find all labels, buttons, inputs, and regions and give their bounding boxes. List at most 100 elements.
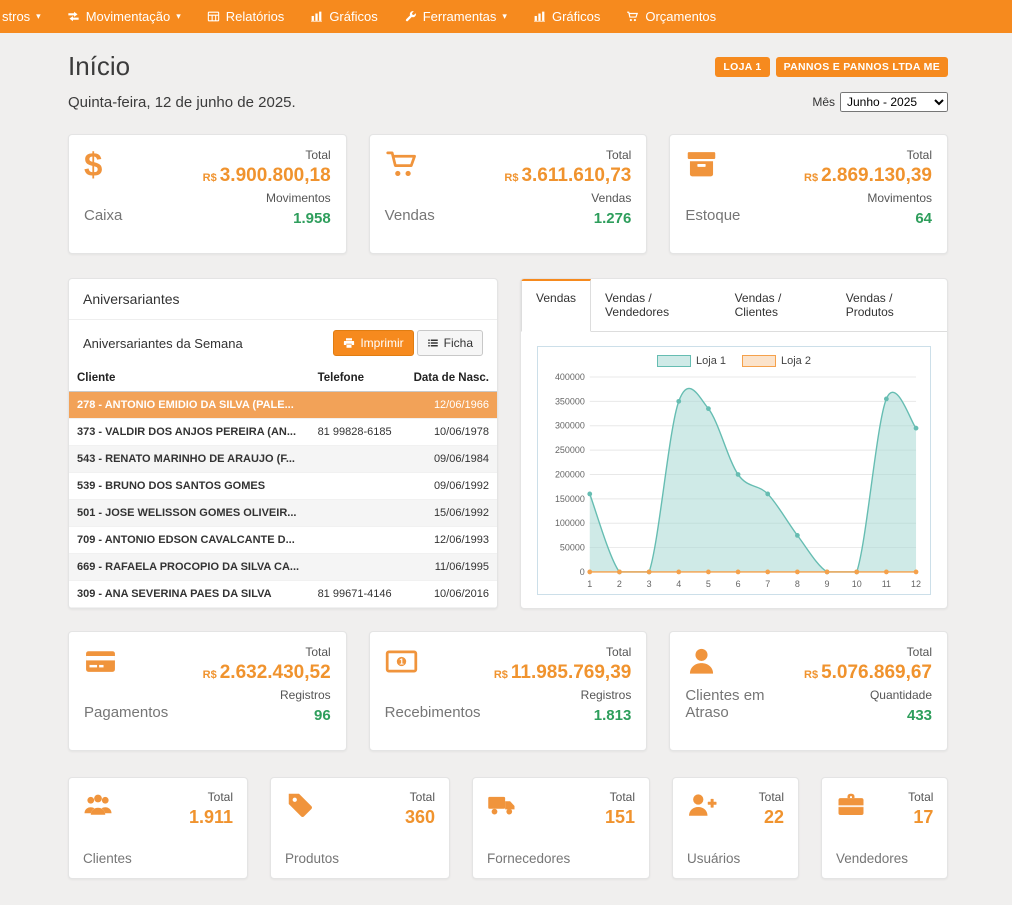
table-icon xyxy=(207,10,220,23)
header-row: Início LOJA 1 PANNOS E PANNOS LTDA ME xyxy=(68,51,948,82)
svg-text:250000: 250000 xyxy=(555,445,585,455)
clientes-name: Clientes xyxy=(83,851,132,866)
recebimentos-name: Recebimentos xyxy=(385,704,481,721)
pagamentos-count-value: 96 xyxy=(203,707,331,724)
nav-item-graficos-1[interactable]: Gráficos xyxy=(297,0,390,33)
legend-loja1: Loja 1 xyxy=(657,355,726,367)
tab-vendas[interactable]: Vendas xyxy=(521,279,591,332)
estoque-total: R$2.869.130,39 xyxy=(804,165,932,188)
svg-text:1: 1 xyxy=(587,579,592,589)
cart-icon xyxy=(626,10,639,23)
top-stats-row: $ Caixa Total R$3.900.800,18 Movimentos … xyxy=(68,134,948,254)
telefone-cell: 81 99828-6185 xyxy=(310,419,406,446)
usuarios-name: Usuários xyxy=(687,851,740,866)
birthday-row[interactable]: 709 - ANTONIO EDSON CAVALCANTE D...12/06… xyxy=(69,527,497,554)
clientes-atraso-total-value: 5.076.869,67 xyxy=(821,662,932,683)
chart-legend: Loja 1 Loja 2 xyxy=(544,355,924,367)
currency-label: R$ xyxy=(203,669,217,681)
page-title: Início xyxy=(68,51,130,82)
caixa-total-value: 3.900.800,18 xyxy=(220,165,331,186)
total-label: Total xyxy=(494,645,632,659)
nav-item-movimentacao[interactable]: Movimentação ▾ xyxy=(54,0,194,33)
recebimentos-total-value: 11.985.769,39 xyxy=(511,662,631,683)
pagamentos-total-value: 2.632.430,52 xyxy=(220,662,331,683)
total-label: Total xyxy=(804,148,932,162)
loja2-swatch-icon xyxy=(742,355,776,367)
pagamentos-total: R$2.632.430,52 xyxy=(203,662,331,685)
nav-item-cadastros[interactable]: stros ▾ xyxy=(0,0,54,33)
telefone-cell xyxy=(310,500,406,527)
birthday-row[interactable]: 373 - VALDIR DOS ANJOS PEREIRA (AN...81 … xyxy=(69,419,497,446)
total-label: Total xyxy=(605,790,635,804)
recebimentos-card: 1 Recebimentos Total R$11.985.769,39 Reg… xyxy=(369,631,648,751)
tab-vendas-produtos[interactable]: Vendas / Produtos xyxy=(832,279,947,331)
recebimentos-values: Total R$11.985.769,39 Registros 1.813 xyxy=(494,645,632,737)
pagamentos-left: Pagamentos xyxy=(84,645,168,737)
birthday-row-selected[interactable]: 278 - ANTONIO EMIDIO DA SILVA (PALE...12… xyxy=(69,392,497,419)
birthdays-table: Cliente Telefone Data de Nasc. 278 - ANT… xyxy=(69,365,497,608)
clientes-left: Clientes xyxy=(83,790,132,866)
vendedores-card: Vendedores Total 17 xyxy=(821,777,948,879)
svg-text:2: 2 xyxy=(617,579,622,589)
vendedores-total-value: 17 xyxy=(908,807,933,828)
chart-wrap: Loja 1 Loja 2 05000010000015000020000025… xyxy=(521,332,947,605)
nav-item-relatorios[interactable]: Relatórios xyxy=(194,0,298,33)
tab-vendas-vendedores[interactable]: Vendas / Vendedores xyxy=(591,279,721,331)
caixa-name: Caixa xyxy=(84,207,122,224)
loja1-label: Loja 1 xyxy=(696,355,726,367)
briefcase-icon xyxy=(836,790,866,820)
currency-label: R$ xyxy=(494,669,508,681)
birthday-row[interactable]: 669 - RAFAELA PROCOPIO DA SILVA CA...11/… xyxy=(69,554,497,581)
svg-text:12: 12 xyxy=(911,579,921,589)
nav-item-ferramentas[interactable]: Ferramentas ▾ xyxy=(391,0,520,33)
list-icon xyxy=(427,337,439,349)
clientes-atraso-card: Clientes em Atraso Total R$5.076.869,67 … xyxy=(669,631,948,751)
bottom-stats-row: Pagamentos Total R$2.632.430,52 Registro… xyxy=(68,631,948,751)
users-icon xyxy=(83,790,113,820)
header-badges: LOJA 1 PANNOS E PANNOS LTDA ME xyxy=(715,57,948,77)
col-telefone: Telefone xyxy=(310,365,406,392)
vendas-card: Vendas Total R$3.611.610,73 Vendas 1.276 xyxy=(369,134,648,254)
printer-icon xyxy=(343,337,355,349)
month-select[interactable]: Junho - 2025 xyxy=(840,92,948,112)
user-plus-icon xyxy=(687,790,717,820)
clientes-atraso-count-label: Quantidade xyxy=(804,688,932,702)
birthday-row[interactable]: 543 - RENATO MARINHO DE ARAUJO (F... 09/0… xyxy=(69,446,497,473)
bar-chart-icon xyxy=(533,10,546,23)
nascimento-cell: 09/06/1984 xyxy=(406,446,497,473)
svg-text:350000: 350000 xyxy=(555,396,585,406)
clientes-atraso-name: Clientes em Atraso xyxy=(685,687,804,721)
print-button[interactable]: Imprimir xyxy=(333,330,413,356)
truck-icon xyxy=(487,790,517,820)
cliente-cell: 543 - RENATO MARINHO DE ARAUJO (F... xyxy=(69,446,310,473)
currency-label: R$ xyxy=(804,172,818,184)
svg-text:10: 10 xyxy=(852,579,862,589)
telefone-cell xyxy=(310,446,406,473)
estoque-name: Estoque xyxy=(685,207,740,224)
nav-item-orcamentos[interactable]: Orçamentos xyxy=(613,0,729,33)
tab-vendas-clientes[interactable]: Vendas / Clientes xyxy=(721,279,832,331)
wrench-icon xyxy=(404,10,417,23)
birthdays-subheader: Aniversariantes da Semana Imprimir Ficha xyxy=(69,320,497,365)
estoque-left: Estoque xyxy=(685,148,740,240)
tag-icon xyxy=(285,790,315,820)
nascimento-cell: 15/06/1992 xyxy=(406,500,497,527)
birthday-row[interactable]: 501 - JOSE WELISSON GOMES OLIVEIR...15/0… xyxy=(69,500,497,527)
nav-label-graficos-1: Gráficos xyxy=(329,9,377,24)
ficha-button[interactable]: Ficha xyxy=(417,330,483,356)
birthday-row[interactable]: 309 - ANA SEVERINA PAES DA SILVA81 99671… xyxy=(69,581,497,608)
total-label: Total xyxy=(405,790,435,804)
currency-label: R$ xyxy=(504,172,518,184)
vendedores-values: Total 17 xyxy=(908,790,933,866)
nascimento-cell: 12/06/1993 xyxy=(406,527,497,554)
cliente-cell: 278 - ANTONIO EMIDIO DA SILVA (PALE... xyxy=(69,392,310,419)
nav-item-graficos-2[interactable]: Gráficos xyxy=(520,0,613,33)
vendedores-name: Vendedores xyxy=(836,851,908,866)
month-label: Mês xyxy=(812,95,835,109)
svg-text:50000: 50000 xyxy=(560,543,585,553)
credit-card-icon xyxy=(84,645,117,678)
svg-text:9: 9 xyxy=(825,579,830,589)
estoque-card: Estoque Total R$2.869.130,39 Movimentos … xyxy=(669,134,948,254)
birthday-row[interactable]: 539 - BRUNO DOS SANTOS GOMES09/06/1992 xyxy=(69,473,497,500)
caixa-total: R$3.900.800,18 xyxy=(203,165,331,188)
